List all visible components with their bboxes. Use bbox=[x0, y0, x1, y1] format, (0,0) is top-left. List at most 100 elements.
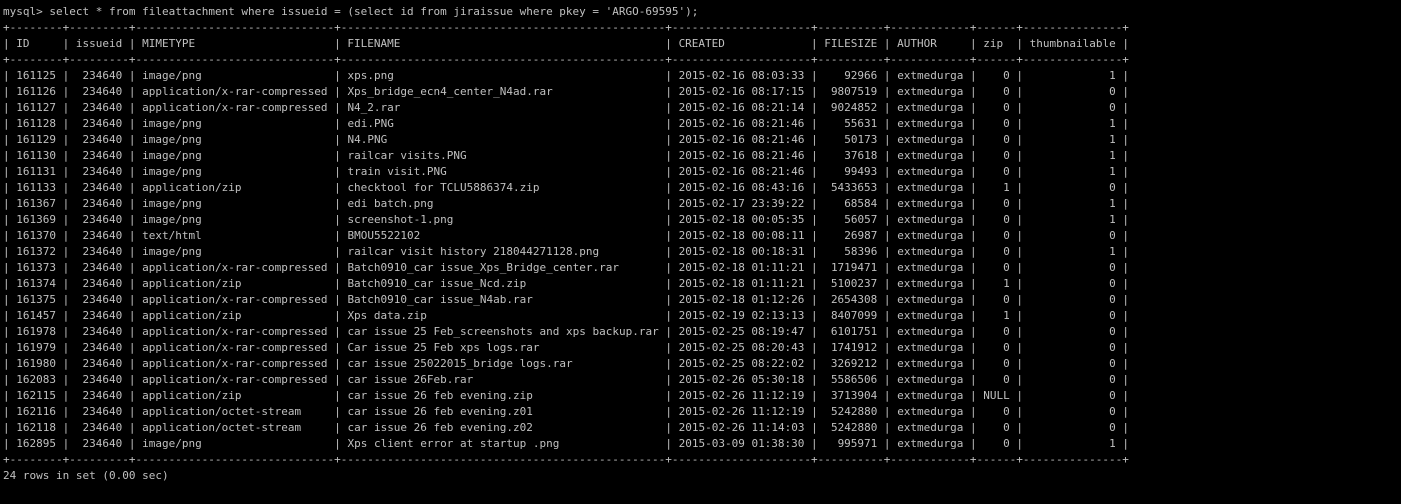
table-cell-mimetype: application/x-rar-compressed bbox=[142, 85, 328, 98]
table-cell-author: extmedurga bbox=[897, 357, 964, 370]
table-cell-created: 2015-02-16 08:21:14 bbox=[678, 101, 805, 114]
table-cell-filename: edi.PNG bbox=[347, 117, 394, 130]
command-line: mysql> select * from fileattachment wher… bbox=[3, 4, 1399, 20]
table-cell-zip: 0 bbox=[1003, 325, 1010, 338]
table-cell-zip: 0 bbox=[1003, 341, 1010, 354]
table-cell-filename: car issue 25022015_bridge logs.rar bbox=[347, 357, 573, 370]
table-cell-issueid: 234640 bbox=[82, 165, 123, 178]
table-cell-author: extmedurga bbox=[897, 421, 964, 434]
table-cell-issueid: 234640 bbox=[82, 197, 123, 210]
table-cell-thumbnailable: 0 bbox=[1109, 341, 1116, 354]
table-cell-filename: car issue 26 feb evening.z01 bbox=[347, 405, 533, 418]
table-cell-thumbnailable: 0 bbox=[1109, 101, 1116, 114]
table-cell-filename: edi batch.png bbox=[347, 197, 434, 210]
table-cell-filename: N4_2.rar bbox=[347, 101, 401, 114]
table-cell-id: 162116 bbox=[16, 405, 56, 418]
table-cell-created: 2015-02-26 05:30:18 bbox=[678, 373, 805, 386]
table-cell-filesize: 26987 bbox=[844, 229, 878, 242]
table-cell-created: 2015-02-25 08:19:47 bbox=[678, 325, 805, 338]
table-cell-id: 161133 bbox=[16, 181, 56, 194]
table-cell-mimetype: application/x-rar-compressed bbox=[142, 101, 328, 114]
table-cell-created: 2015-02-16 08:21:46 bbox=[678, 165, 805, 178]
table-cell-filesize: 2654308 bbox=[830, 293, 878, 306]
table-cell-zip: 0 bbox=[1003, 69, 1010, 82]
table-cell-issueid: 234640 bbox=[82, 261, 123, 274]
table-cell-filesize: 3713904 bbox=[830, 389, 878, 402]
table-cell-mimetype: application/zip bbox=[142, 277, 242, 290]
table-cell-mimetype: image/png bbox=[142, 149, 202, 162]
table-cell-id: 161367 bbox=[16, 197, 56, 210]
table-cell-issueid: 234640 bbox=[82, 421, 123, 434]
table-cell-created: 2015-02-17 23:39:22 bbox=[678, 197, 805, 210]
table-cell-id: 162115 bbox=[16, 389, 56, 402]
table-cell-mimetype: image/png bbox=[142, 133, 202, 146]
table-cell-id: 161370 bbox=[16, 229, 56, 242]
table-cell-mimetype: image/png bbox=[142, 69, 202, 82]
table-cell-author: extmedurga bbox=[897, 405, 964, 418]
table-cell-filesize: 37618 bbox=[844, 149, 878, 162]
table-cell-zip: 0 bbox=[1003, 133, 1010, 146]
table-cell-thumbnailable: 1 bbox=[1109, 149, 1116, 162]
table-cell-zip: 0 bbox=[1003, 101, 1010, 114]
table-cell-issueid: 234640 bbox=[82, 389, 123, 402]
table-row: | 161128 | 234640 | image/png | edi.PNG … bbox=[3, 117, 1130, 130]
table-cell-author: extmedurga bbox=[897, 309, 964, 322]
table-cell-mimetype: image/png bbox=[142, 197, 202, 210]
table-cell-mimetype: application/octet-stream bbox=[142, 405, 302, 418]
table-cell-filename: screenshot-1.png bbox=[347, 213, 454, 226]
terminal-window[interactable]: mysql> select * from fileattachment wher… bbox=[3, 4, 1399, 502]
table-cell-id: 161369 bbox=[16, 213, 56, 226]
table-cell-author: extmedurga bbox=[897, 389, 964, 402]
table-cell-author: extmedurga bbox=[897, 165, 964, 178]
table-cell-id: 161130 bbox=[16, 149, 56, 162]
table-cell-filename: railcar visit history 218044271128.png bbox=[347, 245, 600, 258]
table-cell-id: 161373 bbox=[16, 261, 56, 274]
table-cell-created: 2015-02-18 00:08:11 bbox=[678, 229, 805, 242]
table-cell-author: extmedurga bbox=[897, 197, 964, 210]
table-cell-created: 2015-02-16 08:21:46 bbox=[678, 117, 805, 130]
table-cell-filename: Xps data.zip bbox=[347, 309, 427, 322]
table-cell-created: 2015-02-18 01:12:26 bbox=[678, 293, 805, 306]
table-row: | 161373 | 234640 | application/x-rar-co… bbox=[3, 261, 1130, 274]
table-row: | 162118 | 234640 | application/octet-st… bbox=[3, 421, 1130, 434]
table-cell-zip: 0 bbox=[1003, 229, 1010, 242]
table-cell-zip: 1 bbox=[1003, 181, 1010, 194]
table-cell-thumbnailable: 1 bbox=[1109, 437, 1116, 450]
table-cell-author: extmedurga bbox=[897, 117, 964, 130]
table-cell-filesize: 68584 bbox=[844, 197, 878, 210]
table-row: | 162083 | 234640 | application/x-rar-co… bbox=[3, 373, 1130, 386]
table-row: | 161126 | 234640 | application/x-rar-co… bbox=[3, 85, 1130, 98]
table-cell-thumbnailable: 1 bbox=[1109, 197, 1116, 210]
table-cell-filename: checktool for TCLU5886374.zip bbox=[347, 181, 540, 194]
table-cell-filesize: 8407099 bbox=[830, 309, 878, 322]
table-cell-created: 2015-02-26 11:12:19 bbox=[678, 389, 805, 402]
table-cell-zip: 0 bbox=[1003, 373, 1010, 386]
table-cell-filesize: 5586506 bbox=[830, 373, 878, 386]
table-cell-id: 161128 bbox=[16, 117, 56, 130]
table-cell-zip: 0 bbox=[1003, 405, 1010, 418]
table-cell-zip: 0 bbox=[1003, 117, 1010, 130]
table-cell-issueid: 234640 bbox=[82, 101, 123, 114]
table-cell-created: 2015-02-26 11:14:03 bbox=[678, 421, 805, 434]
table-cell-filesize: 55631 bbox=[844, 117, 878, 130]
table-cell-mimetype: application/x-rar-compressed bbox=[142, 357, 328, 370]
table-cell-created: 2015-02-16 08:21:46 bbox=[678, 149, 805, 162]
table-cell-created: 2015-02-18 01:11:21 bbox=[678, 261, 805, 274]
table-cell-mimetype: application/x-rar-compressed bbox=[142, 341, 328, 354]
table-cell-mimetype: application/zip bbox=[142, 389, 242, 402]
terminal-output: mysql> select * from fileattachment wher… bbox=[3, 4, 1399, 500]
table-cell-filesize: 3269212 bbox=[830, 357, 878, 370]
table-cell-issueid: 234640 bbox=[82, 373, 123, 386]
table-cell-zip: 0 bbox=[1003, 197, 1010, 210]
table-cell-issueid: 234640 bbox=[82, 405, 123, 418]
table-cell-author: extmedurga bbox=[897, 85, 964, 98]
table-cell-id: 161980 bbox=[16, 357, 56, 370]
cursor-line bbox=[3, 484, 1399, 500]
table-cell-issueid: 234640 bbox=[82, 341, 123, 354]
table-cell-issueid: 234640 bbox=[82, 357, 123, 370]
table-cell-filename: Xps client error at startup .png bbox=[347, 437, 560, 450]
table-cell-filename: train visit.PNG bbox=[347, 165, 447, 178]
table-cell-filesize: 995971 bbox=[837, 437, 878, 450]
table-border-header: +--------+---------+--------------------… bbox=[3, 53, 1129, 66]
column-header-zip: zip bbox=[983, 37, 1004, 50]
